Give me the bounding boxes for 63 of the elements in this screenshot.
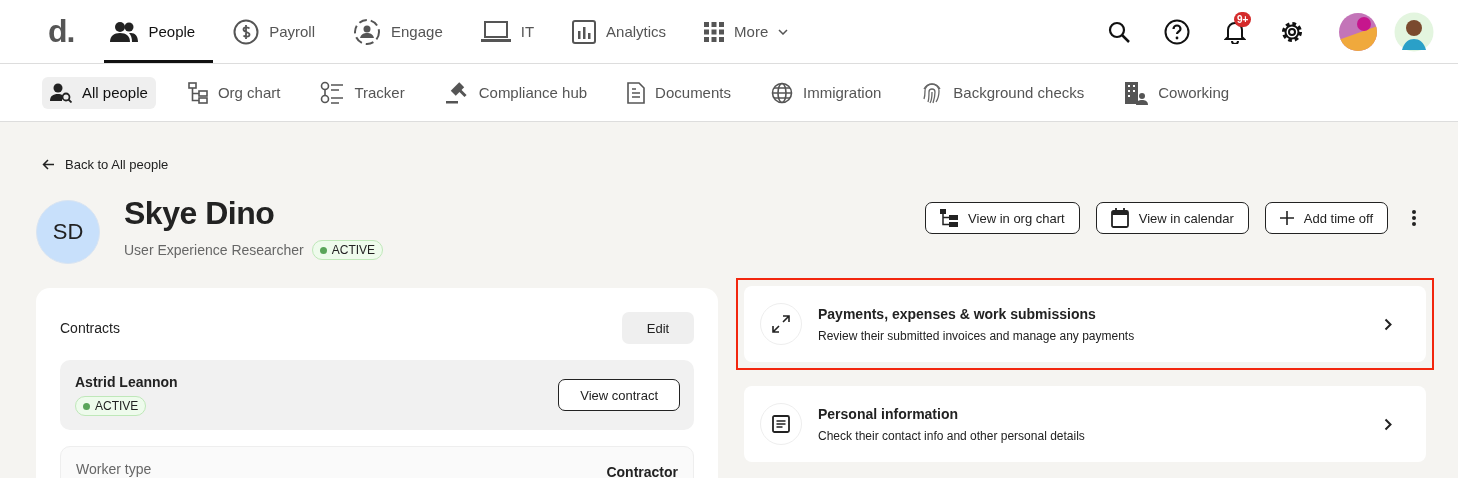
chevron-right-icon bbox=[1384, 417, 1392, 431]
search-icon[interactable] bbox=[1108, 20, 1130, 43]
subnav-tab[interactable]: Background checks bbox=[913, 74, 1093, 111]
notification-badge: 9+ bbox=[1234, 11, 1252, 27]
card-description: Review their submitted invoices and manage any payments bbox=[818, 328, 1136, 343]
view-contract-button[interactable]: View contract bbox=[558, 379, 680, 411]
user-avatar[interactable] bbox=[1394, 11, 1434, 52]
subnav-tab[interactable]: All people bbox=[42, 76, 156, 109]
chevron-right-icon bbox=[1384, 317, 1392, 331]
grid-icon bbox=[704, 21, 725, 42]
plus-icon bbox=[1279, 211, 1294, 225]
back-link[interactable]: Back to All people bbox=[42, 157, 169, 172]
building-person-icon bbox=[1124, 80, 1149, 105]
nav-tab[interactable]: Engage bbox=[347, 0, 461, 63]
card-title: Payments, expenses & work submissions bbox=[818, 305, 1097, 322]
subnav-tab[interactable]: Immigration bbox=[763, 75, 890, 110]
nav-tab[interactable]: IT bbox=[474, 0, 553, 63]
org-chart-icon bbox=[940, 209, 959, 227]
laptop-icon bbox=[480, 20, 511, 43]
settings-icon[interactable] bbox=[1280, 19, 1304, 44]
nav-tab[interactable]: Analytics bbox=[566, 0, 685, 63]
field-value: Contractor bbox=[606, 463, 678, 478]
globe-icon bbox=[771, 81, 793, 104]
document-icon bbox=[627, 81, 646, 104]
org-chart-icon bbox=[187, 81, 208, 104]
person-search-icon bbox=[50, 82, 72, 103]
back-arrow-icon bbox=[42, 159, 55, 170]
link-card[interactable]: Payments, expenses & work submissions Review their submitted invoices and manage any payments bbox=[744, 286, 1426, 362]
action-button[interactable]: View in calendar bbox=[1095, 202, 1249, 234]
subnav-tab[interactable]: Coworking bbox=[1116, 74, 1238, 111]
subnav-tab[interactable]: Org chart bbox=[179, 75, 289, 110]
nav-tab[interactable]: Payroll bbox=[227, 0, 333, 63]
person-frame-icon bbox=[353, 17, 381, 46]
calendar-icon bbox=[1110, 208, 1129, 228]
logo[interactable]: d. bbox=[48, 13, 75, 50]
job-title: User Experience Researcher bbox=[124, 242, 304, 258]
edit-button[interactable]: Edit bbox=[622, 312, 694, 344]
help-icon[interactable] bbox=[1164, 18, 1190, 45]
more-options-icon[interactable] bbox=[1412, 210, 1416, 226]
action-button[interactable]: Add time off bbox=[1264, 202, 1388, 234]
checklist-icon bbox=[320, 80, 345, 105]
field-label: Worker type bbox=[76, 461, 152, 478]
caret-icon bbox=[778, 28, 789, 35]
bar-chart-icon bbox=[572, 19, 597, 44]
person-name: Skye Dino bbox=[124, 195, 276, 232]
action-button[interactable]: View in org chart bbox=[925, 202, 1080, 234]
status-badge: ACTIVE bbox=[311, 240, 384, 260]
card-title: Personal information bbox=[818, 405, 960, 422]
contract-name: Astrid Leannon bbox=[75, 374, 178, 390]
document-icon bbox=[772, 415, 790, 433]
subnav-tab[interactable]: Tracker bbox=[312, 74, 413, 111]
nav-tab[interactable]: More bbox=[698, 0, 807, 63]
status-badge: ACTIVE bbox=[75, 396, 147, 416]
expand-arrows-icon bbox=[772, 315, 790, 333]
card-description: Check their contact info and other personal details bbox=[818, 428, 1086, 443]
gavel-icon bbox=[444, 80, 469, 105]
link-card[interactable]: Personal information Check their contact info and other personal details bbox=[744, 386, 1426, 462]
subnav-tab[interactable]: Documents bbox=[619, 75, 739, 110]
initials-avatar: SD bbox=[36, 200, 100, 264]
dollar-icon bbox=[233, 18, 260, 45]
people-icon bbox=[110, 20, 139, 43]
subnav-tab[interactable]: Compliance hub bbox=[436, 74, 596, 111]
section-title: Contracts bbox=[60, 320, 120, 336]
